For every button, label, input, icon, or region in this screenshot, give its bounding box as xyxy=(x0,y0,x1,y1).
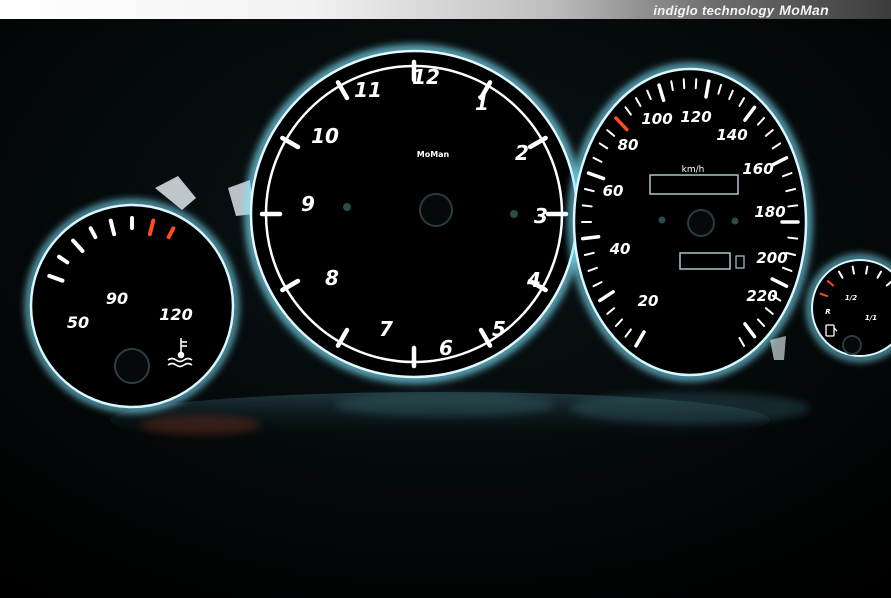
clock-numeral-2: 2 xyxy=(515,141,529,165)
speed-label-220: 220 xyxy=(746,287,777,305)
clock-numeral-11: 11 xyxy=(354,78,382,102)
temp-label-120: 120 xyxy=(159,305,192,324)
temperature-gauge: 50 90 120 xyxy=(26,200,238,412)
clock-numeral-10: 10 xyxy=(311,124,339,148)
speedometer: 20 40 60 80 100 120 140 160 180 200 220 … xyxy=(568,63,812,381)
clock-logo: MoMan xyxy=(417,150,450,159)
fuel-tick xyxy=(851,265,855,275)
temp-label-50: 50 xyxy=(67,313,89,332)
fuel-label-half: 1/2 xyxy=(845,294,857,302)
speedo-indicator-right xyxy=(731,217,739,225)
speed-minor-tick xyxy=(581,204,593,208)
analog-clock: 12 1 2 3 4 5 6 7 8 9 10 11 MoMan xyxy=(245,45,583,383)
speed-label-200: 200 xyxy=(756,249,787,267)
clock-indicator-right xyxy=(510,210,518,218)
clock-numeral-12: 12 xyxy=(412,65,440,89)
temp-label-90: 90 xyxy=(106,289,128,308)
instrument-cluster-photo: 50 90 120 12 1 2 3 4 5 6 7 8 9 10 11 MoM… xyxy=(0,19,891,598)
speed-label-140: 140 xyxy=(716,126,747,144)
speed-label-80: 80 xyxy=(618,136,639,154)
clock-numeral-9: 9 xyxy=(301,192,315,216)
speed-unit-label: km/h xyxy=(682,165,705,175)
clock-numeral-1: 1 xyxy=(475,91,489,115)
fuel-label-full: 1/1 xyxy=(865,314,877,322)
speed-label-60: 60 xyxy=(603,182,624,200)
clock-indicator-left xyxy=(343,203,351,211)
speed-label-100: 100 xyxy=(641,110,672,128)
speed-label-40: 40 xyxy=(609,240,631,258)
clock-numeral-8: 8 xyxy=(325,266,339,290)
clock-numeral-7: 7 xyxy=(379,317,393,341)
speed-minor-tick xyxy=(787,236,799,240)
clock-numeral-5: 5 xyxy=(492,317,506,341)
speed-minor-tick xyxy=(694,78,698,90)
speed-minor-tick xyxy=(787,204,799,208)
fuel-tick xyxy=(865,265,869,275)
speedometer-needle-hub xyxy=(687,209,715,237)
fuel-label-reserve: R xyxy=(825,308,830,316)
temperature-needle-hub xyxy=(114,348,150,384)
speedo-indicator-left xyxy=(658,216,666,224)
speed-major-tick xyxy=(580,234,601,241)
speed-minor-tick xyxy=(682,78,686,90)
clock-numeral-4: 4 xyxy=(526,268,541,292)
speed-label-160: 160 xyxy=(742,160,773,178)
speed-label-20: 20 xyxy=(638,292,659,310)
fuel-gauge: R 1/2 1/1 xyxy=(807,255,891,361)
speed-label-120: 120 xyxy=(680,108,711,126)
clock-center-hub xyxy=(419,193,453,227)
clock-numeral-3: 3 xyxy=(534,204,548,228)
fuel-needle-hub xyxy=(842,335,862,355)
speed-label-180: 180 xyxy=(754,203,785,221)
clock-numeral-6: 6 xyxy=(439,336,453,360)
